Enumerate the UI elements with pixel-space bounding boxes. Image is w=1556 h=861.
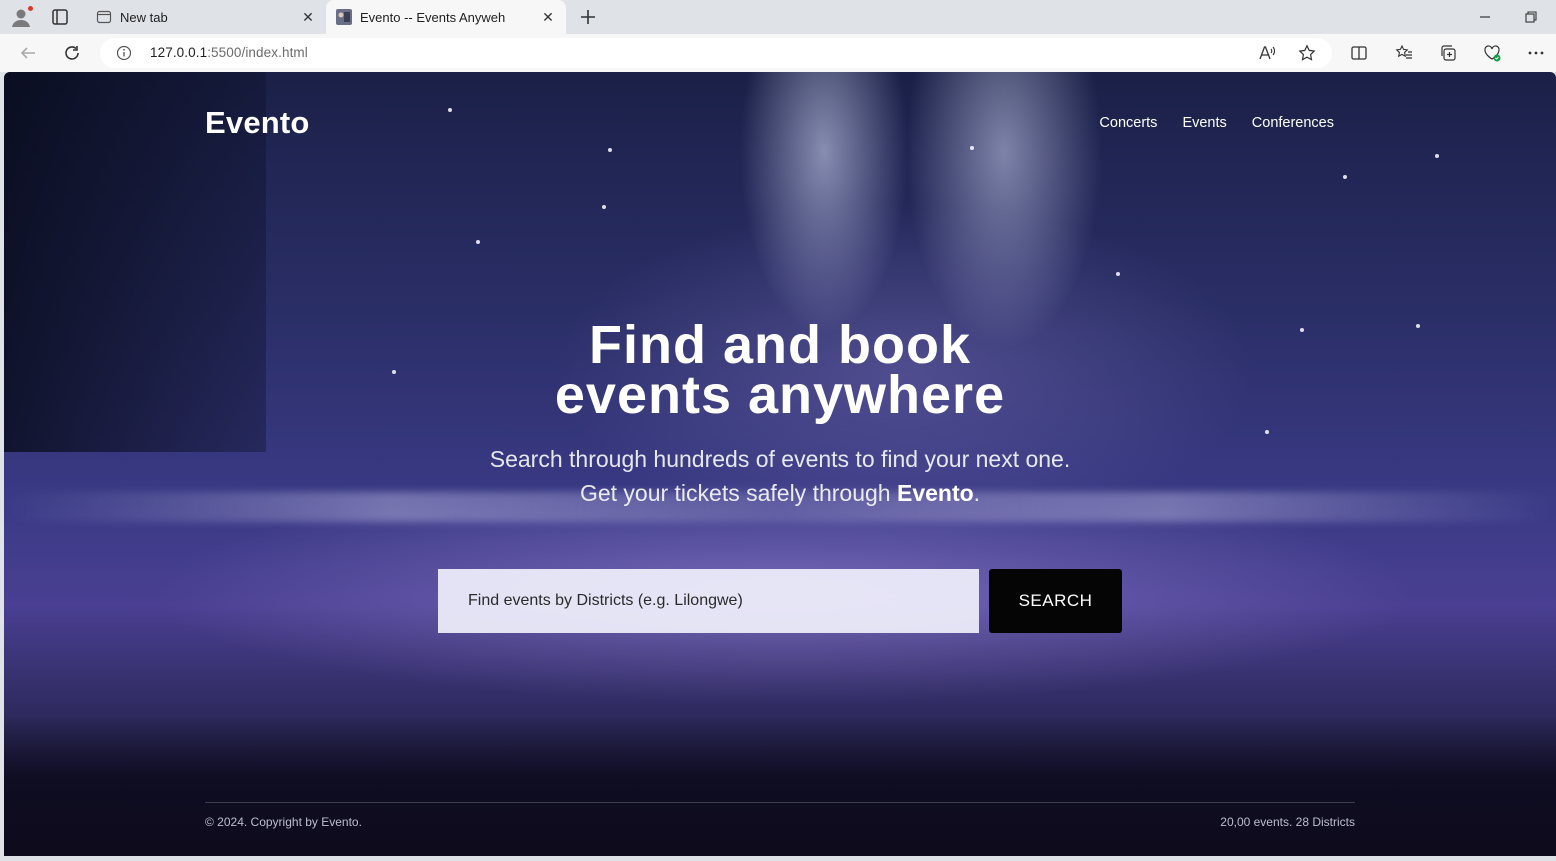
tab-actions-icon[interactable] <box>50 7 70 27</box>
confetti <box>1116 272 1120 276</box>
confetti <box>476 240 480 244</box>
site-info-icon[interactable] <box>116 45 132 61</box>
restore-icon[interactable] <box>1520 6 1542 28</box>
hero-subtitle-period: . <box>973 480 981 506</box>
confetti <box>1343 175 1347 179</box>
reload-icon[interactable] <box>61 42 83 64</box>
browser-essentials-icon[interactable] <box>1481 42 1503 64</box>
tab-new-tab[interactable]: New tab ✕ <box>86 0 326 34</box>
collections-icon[interactable] <box>1437 42 1459 64</box>
hero-subtitle-brand: Evento <box>896 480 974 506</box>
close-tab-icon[interactable]: ✕ <box>540 9 556 25</box>
tab-title: New tab <box>120 9 168 25</box>
address-bar[interactable]: 127.0.0.1:5500/index.html <box>100 38 1332 68</box>
hero-title-line-2: events anywhere <box>554 365 1006 425</box>
main-nav: Concerts Events Conferences <box>1099 115 1334 131</box>
favorites-icon[interactable] <box>1393 42 1415 64</box>
confetti <box>608 148 612 152</box>
tab-strip: New tab ✕ Evento -- Events Anyweh ✕ <box>0 0 1556 34</box>
new-tab-button[interactable] <box>577 6 599 28</box>
footer-stats: 20,00 events. 28 Districts <box>1220 815 1355 829</box>
hero-title: Find and book events anywhere <box>4 318 1556 422</box>
nav-link-concerts[interactable]: Concerts <box>1099 115 1157 131</box>
confetti <box>448 108 452 112</box>
brand-logo[interactable]: Evento <box>205 105 310 141</box>
search-button[interactable]: SEARCH <box>989 569 1122 633</box>
tab-evento[interactable]: Evento -- Events Anyweh ✕ <box>326 0 566 34</box>
read-aloud-icon[interactable] <box>1257 43 1277 63</box>
close-tab-icon[interactable]: ✕ <box>300 9 316 25</box>
favorite-star-icon[interactable] <box>1297 43 1317 63</box>
more-options-icon[interactable] <box>1525 42 1547 64</box>
confetti <box>1435 154 1439 158</box>
footer-divider <box>205 802 1355 803</box>
confetti <box>1265 430 1269 434</box>
nav-link-events[interactable]: Events <box>1182 115 1226 131</box>
confetti <box>970 146 974 150</box>
hero-subtitle-line-1: Search through hundreds of events to fin… <box>489 446 1071 472</box>
minimize-icon[interactable] <box>1474 6 1496 28</box>
evento-favicon-icon <box>336 9 352 25</box>
confetti <box>602 205 606 209</box>
hero-subtitle: Search through hundreds of events to fin… <box>4 442 1556 510</box>
back-icon[interactable] <box>17 42 39 64</box>
tab-title: Evento -- Events Anyweh <box>360 9 506 25</box>
page-viewport: Evento Concerts Events Conferences Find … <box>4 72 1556 856</box>
nav-link-conferences[interactable]: Conferences <box>1252 115 1334 131</box>
new-tab-favicon-icon <box>96 9 112 25</box>
footer-copyright: © 2024. Copyright by Evento. <box>205 815 362 829</box>
hero-subtitle-line-2: Get your tickets safely through <box>579 480 897 506</box>
browser-toolbar: 127.0.0.1:5500/index.html <box>0 34 1556 72</box>
split-screen-icon[interactable] <box>1348 42 1370 64</box>
notification-dot <box>27 5 34 12</box>
district-search-input[interactable] <box>438 569 979 633</box>
url-text[interactable]: 127.0.0.1:5500/index.html <box>150 45 308 60</box>
crowd-silhouette <box>4 716 1556 856</box>
